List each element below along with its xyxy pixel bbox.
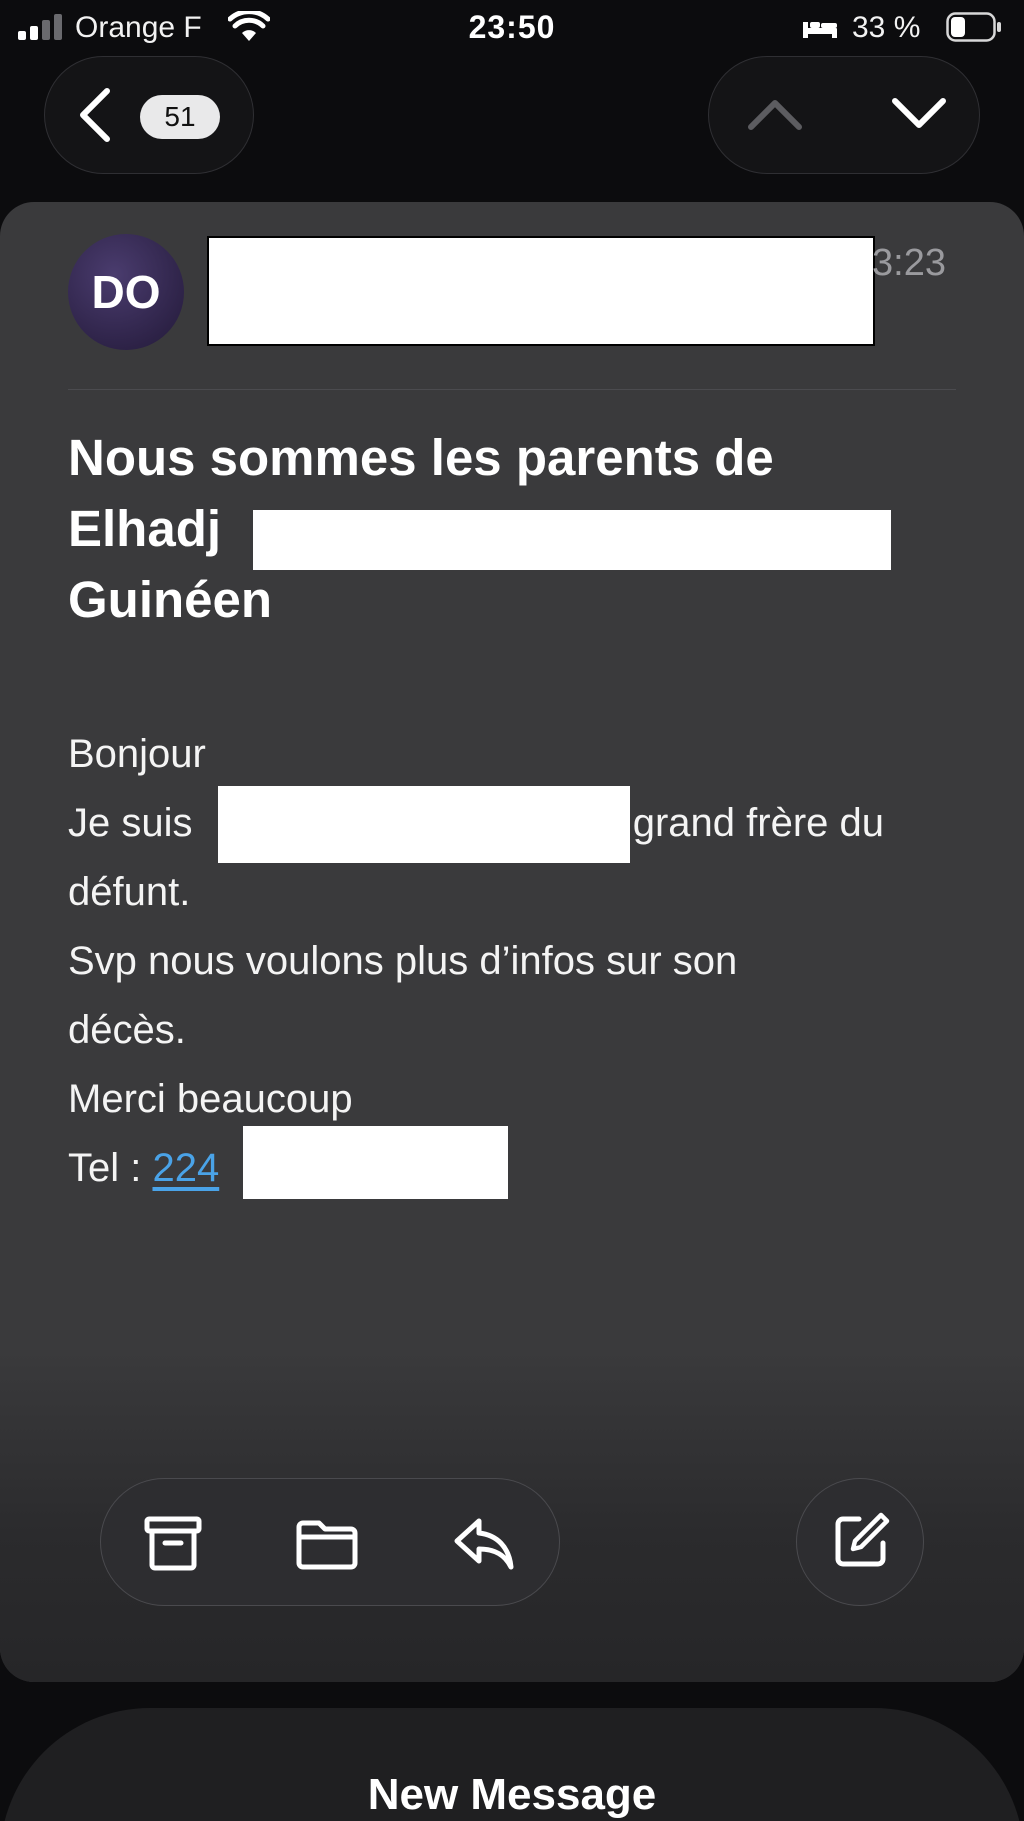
compose-icon [835,1512,890,1567]
body-tel-label: Tel : [68,1146,153,1190]
subject-line-1: Nous sommes les parents de [68,429,774,486]
compose-button[interactable] [796,1478,924,1606]
up-chevron-icon[interactable] [745,91,805,135]
body-intro-prefix: Je suis [68,801,193,845]
redacted-sender [207,236,875,346]
body-intro-line-2: défunt. [68,870,191,914]
body-intro-suffix: , grand frère du [610,801,885,845]
subject-line-2: Elhadj [68,500,222,557]
redacted-sender-name [218,786,630,863]
body-request-line-2: décès. [68,1008,186,1052]
header-divider [68,389,956,390]
body-greeting: Bonjour [68,732,206,776]
battery-icon [946,12,1001,42]
message-navigation [708,56,980,174]
body-thanks: Merci beaucoup [68,1077,353,1121]
folder-icon[interactable] [295,1513,359,1573]
back-button[interactable]: 51 [44,56,254,174]
status-bar: Orange F 23:50 33 % [0,0,1024,58]
redacted-subject-name [253,510,891,570]
body-request-line-1: Svp nous voulons plus d’infos sur son [68,939,738,983]
sender-avatar[interactable]: DO [68,234,184,350]
new-message-title[interactable]: New Message [0,1770,1024,1820]
sleep-bed-icon [803,22,837,38]
down-chevron-icon[interactable] [889,91,949,135]
unread-count-badge: 51 [140,95,220,139]
mail-screen: Orange F 23:50 33 % 51 DO 3:23 Nous somm… [0,0,1024,1821]
message-time: 3:23 [872,242,946,284]
message-actions-toolbar [100,1478,560,1606]
redacted-phone-number [243,1126,508,1199]
subject-line-3: Guinéen [68,571,273,628]
reply-icon[interactable] [451,1513,515,1573]
battery-percentage: 33 % [852,11,921,44]
back-chevron-icon [80,88,110,142]
phone-link[interactable]: 224 [152,1146,219,1190]
archive-icon[interactable] [141,1513,205,1573]
